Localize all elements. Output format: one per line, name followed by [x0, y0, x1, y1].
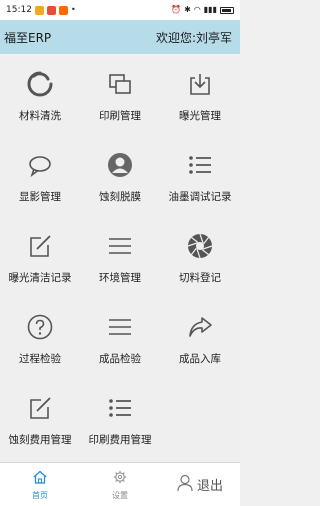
menu-item-print-cost-management[interactable]: 印刷费用管理 — [80, 380, 160, 461]
dot-icon: • — [70, 5, 76, 14]
tab-settings[interactable]: 设置 — [80, 463, 160, 506]
menu-item-label: 曝光管理 — [179, 110, 221, 122]
tab-home[interactable]: 首页 — [0, 463, 80, 506]
list-icon — [106, 394, 134, 422]
menu-item-label: 印刷费用管理 — [88, 434, 152, 446]
share-icon — [186, 313, 214, 341]
menu-item-label: 油墨调试记录 — [168, 191, 232, 203]
menu-item-finished-storage[interactable]: 成品入库 — [160, 299, 240, 380]
user-icon — [177, 474, 193, 496]
chat-bubble-icon — [26, 151, 54, 179]
logout-label: 退出 — [196, 479, 223, 494]
home-icon — [32, 469, 48, 488]
edit-icon — [26, 232, 54, 260]
app-header: 福至ERP 欢迎您:刘亭军 — [0, 20, 240, 54]
menu-item-exposure-cleaning-record[interactable]: 曝光清洁记录 — [0, 218, 80, 299]
menu-item-label: 印刷管理 — [99, 110, 141, 122]
menu-grid: 材料清洗 印刷管理 曝光管理 显影管理 蚀刻脱膜 油墨调试记录 曝光清洁记录 环… — [0, 56, 240, 462]
aperture-icon — [186, 232, 214, 260]
bottom-tabbar: 首页 设置 退出 — [0, 463, 240, 506]
status-time: 15:12 — [6, 5, 32, 15]
menu-item-material-cleaning[interactable]: 材料清洗 — [0, 56, 80, 137]
menu-item-label: 切料登记 — [179, 272, 221, 284]
menu-item-label: 蚀刻费用管理 — [8, 434, 72, 446]
download-icon — [186, 70, 214, 98]
app-title: 福至ERP — [4, 30, 52, 45]
welcome-text: 欢迎您:刘亭军 — [155, 30, 232, 45]
edit-icon — [26, 394, 54, 422]
menu-item-print-management[interactable]: 印刷管理 — [80, 56, 160, 137]
status-bar: 15:12 • ⏰ ✱ ◠ ▮▮▮ — [0, 0, 240, 20]
menu-item-label: 曝光清洁记录 — [8, 272, 72, 284]
menu-item-etching-cost-management[interactable]: 蚀刻费用管理 — [0, 380, 80, 461]
menu-item-cutting-registration[interactable]: 切料登记 — [160, 218, 240, 299]
tab-home-label: 首页 — [32, 490, 48, 500]
bluetooth-icon: ✱ — [184, 5, 191, 14]
menu-item-ink-debug-record[interactable]: 油墨调试记录 — [160, 137, 240, 218]
menu-item-etching-stripping[interactable]: 蚀刻脱膜 — [80, 137, 160, 218]
tab-settings-label: 设置 — [112, 490, 128, 500]
menu-item-process-inspection[interactable]: 过程检验 — [0, 299, 80, 380]
menu-icon — [106, 232, 134, 260]
empty-cell — [160, 380, 240, 461]
menu-item-label: 成品入库 — [179, 353, 221, 365]
signal-icon: ▮▮▮ — [203, 5, 217, 14]
mail-app-icon — [46, 5, 56, 15]
menu-item-label: 显影管理 — [19, 191, 61, 203]
cat-app-icon — [34, 5, 44, 15]
menu-item-label: 环境管理 — [99, 272, 141, 284]
refresh-icon — [26, 70, 54, 98]
question-icon — [26, 313, 54, 341]
logout-button[interactable]: 退出 — [160, 463, 240, 506]
person-icon — [106, 151, 134, 179]
list-icon — [186, 151, 214, 179]
copy-icon — [106, 70, 134, 98]
menu-item-environment-management[interactable]: 环境管理 — [80, 218, 160, 299]
menu-item-label: 成品检验 — [99, 353, 141, 365]
menu-item-label: 材料清洗 — [19, 110, 61, 122]
menu-icon — [106, 313, 134, 341]
menu-item-finished-inspection[interactable]: 成品检验 — [80, 299, 160, 380]
alarm-icon: ⏰ — [171, 5, 182, 14]
battery-icon — [220, 6, 234, 14]
gear-icon — [113, 469, 127, 488]
menu-item-developing-management[interactable]: 显影管理 — [0, 137, 80, 218]
wifi-icon: ◠ — [193, 5, 201, 14]
shop-app-icon — [58, 5, 68, 15]
menu-item-label: 过程检验 — [19, 353, 61, 365]
menu-item-label: 蚀刻脱膜 — [99, 191, 141, 203]
menu-item-exposure-management[interactable]: 曝光管理 — [160, 56, 240, 137]
